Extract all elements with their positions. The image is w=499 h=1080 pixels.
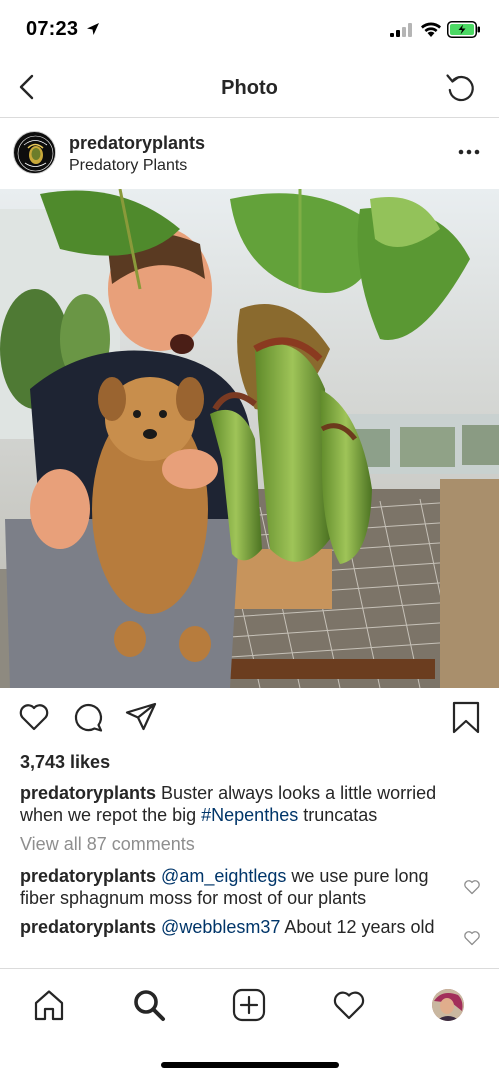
post-photo[interactable]	[0, 189, 499, 688]
post-actions	[0, 700, 499, 740]
page-title: Photo	[221, 77, 278, 99]
comment-like-heart-icon[interactable]	[463, 879, 481, 895]
refresh-icon[interactable]	[444, 71, 478, 105]
comment-item: predatoryplants @webblesm37 About 12 yea…	[20, 916, 450, 938]
profile-avatar[interactable]	[13, 131, 56, 174]
caption-username[interactable]: predatoryplants	[20, 783, 156, 803]
post-caption: predatoryplants Buster always looks a li…	[20, 782, 480, 826]
comment-username[interactable]: predatoryplants	[20, 866, 156, 886]
location-arrow-icon	[87, 23, 99, 35]
post-username[interactable]: predatoryplants	[69, 133, 205, 154]
comment-like-heart-icon[interactable]	[463, 930, 481, 946]
nav-bar: Photo	[0, 60, 499, 118]
battery-icon	[447, 21, 480, 38]
home-icon[interactable]	[32, 988, 66, 1022]
share-icon[interactable]	[124, 700, 158, 734]
likes-count[interactable]: 3,743 likes	[20, 752, 110, 773]
bookmark-icon[interactable]	[449, 700, 483, 734]
comment-username[interactable]: predatoryplants	[20, 917, 156, 937]
comment-icon[interactable]	[71, 700, 105, 734]
home-indicator	[161, 1062, 339, 1068]
post-image	[0, 189, 499, 688]
view-all-comments-link[interactable]: View all 87 comments	[20, 834, 195, 855]
more-options-icon[interactable]	[456, 143, 482, 161]
profile-tab-avatar[interactable]	[432, 989, 464, 1021]
comment-mention[interactable]: @webblesm37	[161, 917, 280, 937]
comment-mention[interactable]: @am_eightlegs	[161, 866, 286, 886]
wifi-icon	[421, 22, 441, 37]
cellular-signal-icon	[390, 23, 412, 37]
activity-heart-icon[interactable]	[332, 988, 366, 1022]
status-bar: 07:23	[0, 0, 499, 60]
avatar-logo-image	[14, 132, 55, 173]
comment-text: About 12 years old	[284, 917, 435, 937]
post-full-name: Predatory Plants	[69, 157, 188, 174]
bottom-tab-bar	[0, 968, 499, 1080]
status-time: 07:23	[26, 18, 79, 40]
add-post-icon[interactable]	[232, 988, 266, 1022]
caption-hashtag[interactable]: #Nepenthes	[201, 805, 298, 825]
caption-text-end: truncatas	[303, 805, 378, 825]
heart-icon[interactable]	[17, 700, 51, 734]
search-icon[interactable]	[132, 988, 166, 1022]
comment-item: predatoryplants @am_eightlegs we use pur…	[20, 865, 450, 909]
post-header: predatoryplants Predatory Plants	[0, 119, 499, 189]
profile-avatar-image	[432, 989, 464, 1021]
